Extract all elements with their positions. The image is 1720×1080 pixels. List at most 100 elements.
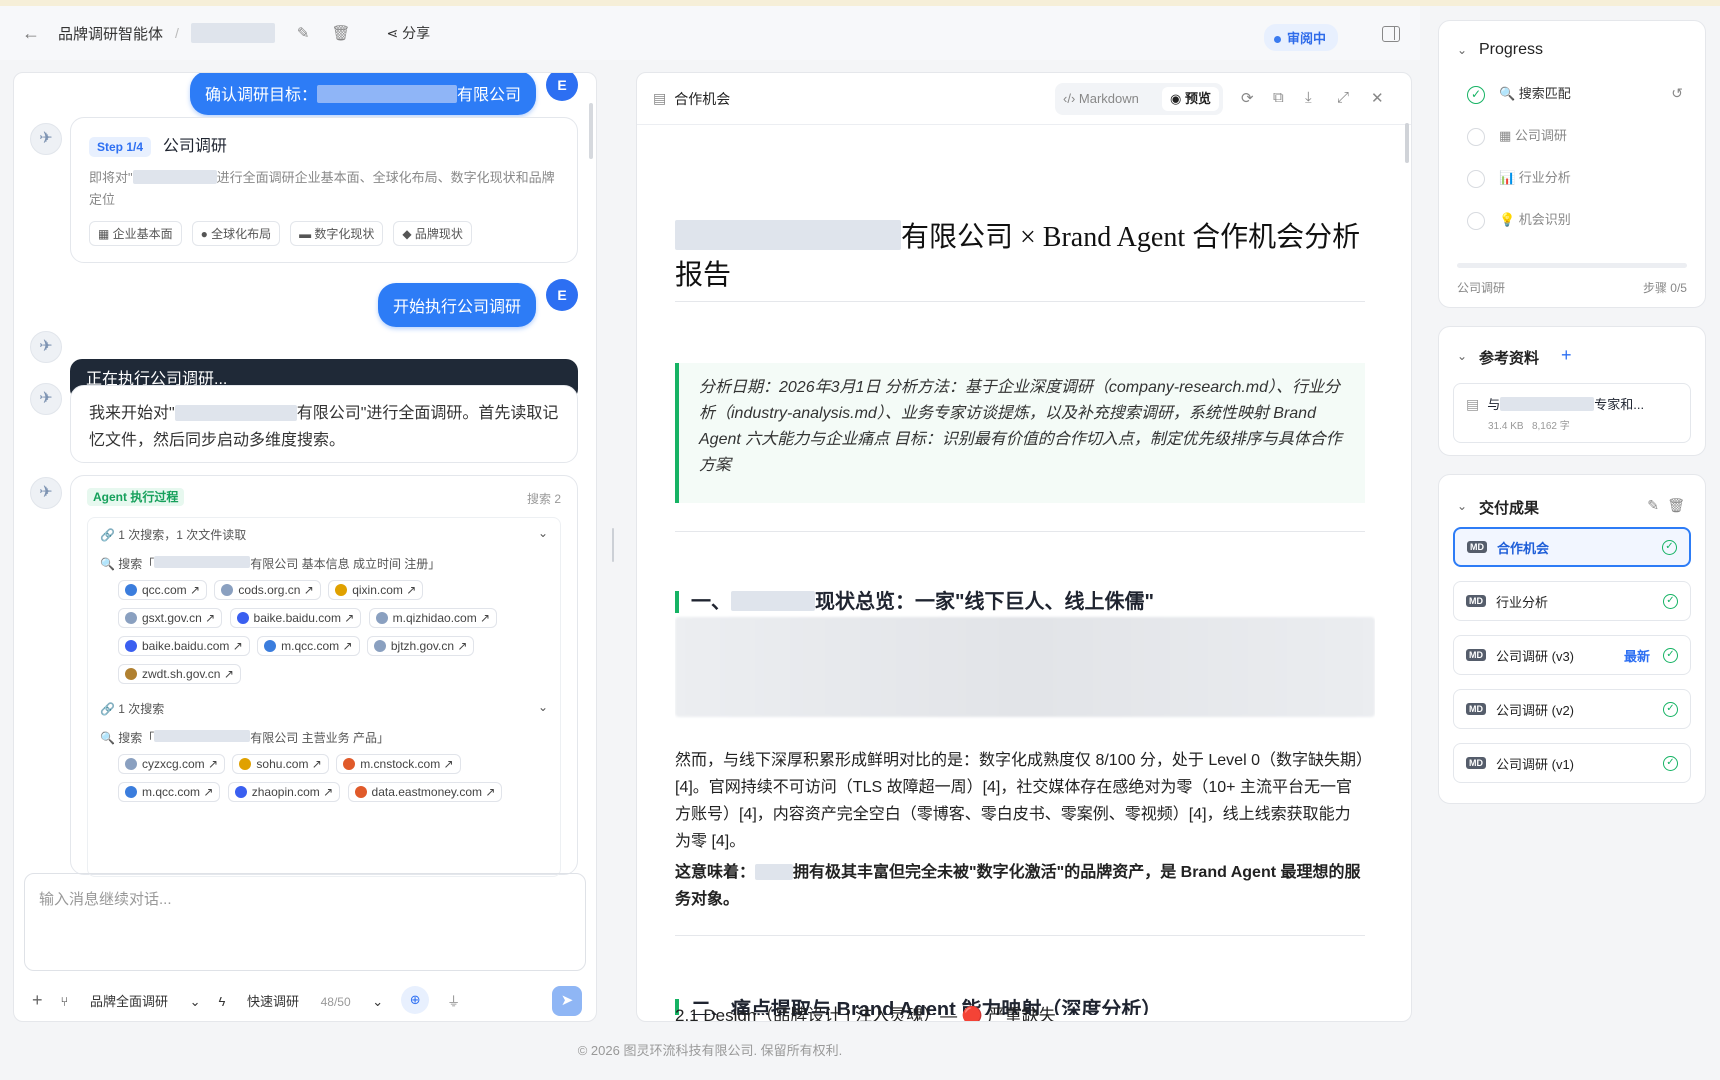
- markdown-tab[interactable]: ‹/› Markdown: [1063, 91, 1139, 106]
- chat-panel: 确认调研目标： 有限公司 E ✈ Step 1/4 公司调研 即将对" 进行全面调研…: [13, 72, 597, 1022]
- step-label: 💡 机会识别: [1499, 212, 1571, 227]
- progress-step: 💡 机会识别: [1467, 209, 1571, 230]
- refresh-icon[interactable]: ⟳: [1241, 89, 1254, 107]
- user-message-2: 开始执行公司调研: [377, 283, 536, 327]
- add-icon[interactable]: +: [32, 990, 43, 1011]
- step-desc-text: 即将对": [89, 170, 133, 185]
- source-link[interactable]: m.qcc.com ↗: [118, 782, 221, 802]
- pending-circle-icon: [1467, 169, 1485, 188]
- markdown-file-icon: MD: [1466, 757, 1486, 769]
- file-name: 专家和...: [1594, 397, 1645, 412]
- globe-icon[interactable]: ⊕: [401, 986, 430, 1014]
- search-text: 有限公司 主营业务 产品」: [250, 731, 389, 745]
- source-link[interactable]: m.qizhidao.com ↗: [368, 608, 498, 628]
- chip: ▬ 数字化现状: [290, 221, 384, 246]
- chip-label: 企业基本面: [112, 227, 173, 241]
- bot-avatar: ✈: [30, 383, 62, 415]
- document-title: 合作机会: [674, 90, 731, 107]
- download-icon[interactable]: ⤓: [1305, 89, 1312, 106]
- divider: [675, 301, 1365, 302]
- deliverable-item[interactable]: MD 行业分析 ✓: [1453, 581, 1691, 621]
- chevron-down-icon[interactable]: ⌄: [1457, 349, 1467, 363]
- project-name-redacted[interactable]: [190, 23, 275, 43]
- group-header-2[interactable]: 🔗 1 次搜索 ⌄: [100, 700, 548, 717]
- deliverables-title: 交付成果: [1479, 500, 1540, 517]
- mode-select-quick[interactable]: ϟ 快速调研 48/50 ⌄: [218, 991, 383, 1010]
- markdown-label: Markdown: [1078, 91, 1139, 106]
- send-button[interactable]: ➤: [552, 986, 582, 1016]
- search-text: 搜索「: [118, 557, 155, 571]
- redacted-text: [731, 591, 815, 611]
- source-link[interactable]: qixin.com ↗: [328, 580, 424, 600]
- view-toggle: ‹/› Markdown ◉ 预览: [1055, 83, 1223, 115]
- plug-icon[interactable]: ⏚: [447, 991, 460, 1010]
- heading-text: 现状总览：一家"线下巨人、线上侏儒": [815, 591, 1154, 613]
- deliverable-item[interactable]: MD 公司调研 (v3) 最新 ✓: [1453, 635, 1691, 675]
- source-link[interactable]: zhaopin.com ↗: [227, 782, 341, 802]
- source-link[interactable]: m.cnstock.com ↗: [336, 754, 461, 774]
- back-arrow-icon[interactable]: ←: [22, 23, 58, 44]
- progress-step: 📊 行业分析: [1467, 167, 1571, 188]
- edit-icon[interactable]: ✎: [1647, 497, 1659, 514]
- source-link[interactable]: m.qcc.com ↗: [257, 636, 360, 656]
- step-counter: 步骤 0/5: [1642, 281, 1687, 295]
- redacted-text: [1500, 397, 1595, 411]
- domain-label: cyzxcg.com: [142, 757, 205, 771]
- source-link[interactable]: cyzxcg.com ↗: [118, 754, 226, 774]
- message-input[interactable]: 输入消息继续对话...: [24, 873, 586, 971]
- edit-icon[interactable]: ✎: [297, 24, 310, 42]
- references-panel: ⌄ 参考资料 + ▤ 与 专家和... 31.4 KB 8,162 字: [1438, 326, 1706, 456]
- lightning-icon: ϟ: [218, 993, 229, 1009]
- document-scrollbar[interactable]: [1405, 123, 1409, 163]
- deliverable-item[interactable]: MD 公司调研 (v1) ✓: [1453, 743, 1691, 783]
- close-icon[interactable]: ✕: [1371, 89, 1384, 107]
- progress-bar: [1457, 263, 1687, 268]
- status-label: 审阅中: [1286, 31, 1326, 46]
- expand-icon[interactable]: ⤢: [1337, 89, 1349, 106]
- chevron-down-icon[interactable]: ⌄: [538, 526, 548, 540]
- progress-panel: ⌄ Progress ✓ 🔍 搜索匹配 ↺ ▦ 公司调研 📊 行业分析 💡 机会识…: [1438, 20, 1706, 308]
- step-tag: Step 1/4: [89, 137, 152, 157]
- trash-icon[interactable]: 🗑: [1667, 497, 1685, 514]
- progress-step: ▦ 公司调研: [1467, 125, 1567, 146]
- chat-scrollbar[interactable]: [589, 103, 593, 159]
- source-link[interactable]: cods.org.cn ↗: [214, 580, 321, 600]
- source-link[interactable]: baike.baidu.com ↗: [118, 636, 250, 656]
- group-header-1[interactable]: 🔗 1 次搜索，1 次文件读取 ⌄: [100, 526, 548, 543]
- source-link[interactable]: data.eastmoney.com ↗: [347, 782, 503, 802]
- toggle-panel-icon[interactable]: [1382, 26, 1400, 42]
- share-button[interactable]: ⋖ 分享: [387, 23, 431, 43]
- group-label: 1 次搜索，1 次文件读取: [118, 528, 247, 542]
- redacted-text: [755, 864, 794, 880]
- retry-icon[interactable]: ↺: [1671, 85, 1683, 102]
- section-heading-1: 一、 现状总览：一家"线下巨人、线上侏儒": [675, 591, 1154, 613]
- deliverable-item[interactable]: MD 公司调研 (v2) ✓: [1453, 689, 1691, 729]
- deliverable-item[interactable]: MD 合作机会 ✓: [1453, 527, 1691, 567]
- chevron-down-icon[interactable]: ⌄: [1457, 43, 1467, 57]
- source-link[interactable]: zwdt.sh.gov.cn ↗: [118, 664, 241, 684]
- user-message-1: 确认调研目标： 有限公司: [189, 73, 536, 115]
- header-bar: ← 品牌调研智能体 / ✎ 🗑 ⋖ 分享 审阅中: [0, 6, 1420, 60]
- domain-label: zwdt.sh.gov.cn: [142, 667, 221, 681]
- trash-icon[interactable]: 🗑: [331, 24, 350, 42]
- domain-label: gsxt.gov.cn: [142, 611, 202, 625]
- source-link[interactable]: baike.baidu.com ↗: [229, 608, 362, 628]
- copy-icon[interactable]: ⧉: [1273, 89, 1284, 106]
- reference-file[interactable]: ▤ 与 专家和... 31.4 KB 8,162 字: [1453, 383, 1691, 443]
- chevron-down-icon[interactable]: ⌄: [538, 700, 548, 714]
- domain-label: bjtzh.gov.cn: [390, 639, 455, 653]
- paragraph-emphasis: 这意味着： 拥有极其丰富但完全未被"数字化激活"的品牌资产，是 Brand Age…: [675, 859, 1365, 913]
- chevron-down-icon[interactable]: ⌄: [1457, 499, 1467, 513]
- footer-copyright: © 2026 图灵环流科技有限公司. 保留所有权利.: [577, 1043, 843, 1058]
- source-link[interactable]: sohu.com ↗: [232, 754, 329, 774]
- add-reference-icon[interactable]: +: [1561, 345, 1572, 366]
- resize-handle[interactable]: [612, 528, 614, 562]
- mode-select-full[interactable]: ⑂ 品牌全面调研 ⌄: [61, 991, 201, 1010]
- source-link[interactable]: bjtzh.gov.cn ↗: [366, 636, 475, 656]
- group-label: 1 次搜索: [118, 702, 165, 716]
- check-icon: ✓: [1663, 593, 1678, 609]
- domain-list-2: cyzxcg.com ↗ sohu.com ↗ m.cnstock.com ↗ …: [100, 754, 548, 810]
- source-link[interactable]: gsxt.gov.cn ↗: [118, 608, 223, 628]
- preview-tab[interactable]: ◉ 预览: [1162, 87, 1219, 111]
- source-link[interactable]: qcc.com ↗: [118, 580, 208, 600]
